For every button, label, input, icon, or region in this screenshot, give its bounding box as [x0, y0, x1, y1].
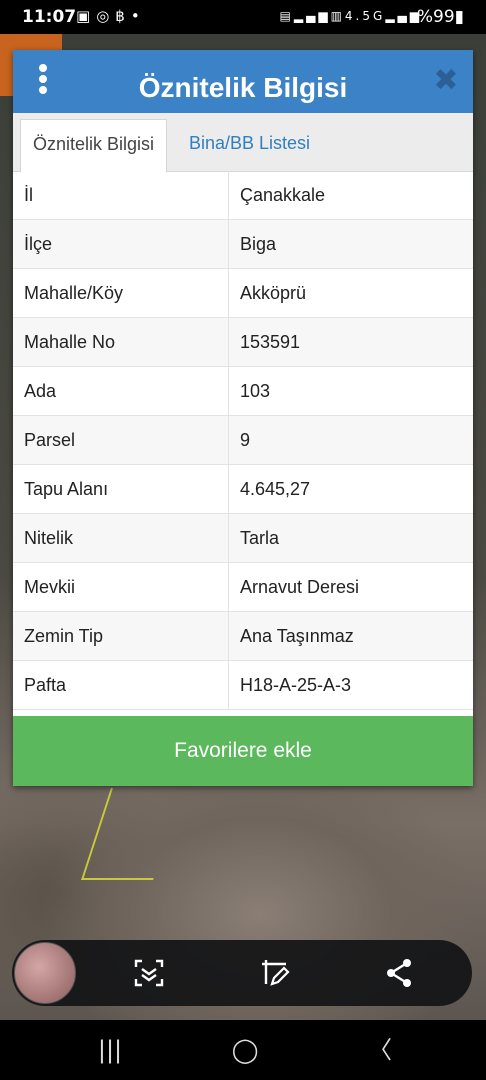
table-row: İlçe Biga — [13, 219, 473, 269]
navigation-bar: ||| ◯ 〈 — [0, 1020, 486, 1080]
close-icon[interactable]: ✖ — [431, 66, 461, 96]
row-label: Nitelik — [13, 513, 229, 563]
network-type-label: 4.5G — [344, 9, 386, 23]
volte-icon: ▥ — [330, 9, 345, 23]
recent-apps-icon[interactable]: ||| — [90, 1034, 130, 1066]
battery-indicator: %99▮ — [416, 7, 464, 27]
scan-icon[interactable] — [132, 956, 166, 990]
tab-attribute-info[interactable]: Öznitelik Bilgisi — [20, 119, 168, 173]
row-label: Mahalle/Köy — [13, 268, 229, 318]
add-favorite-button[interactable]: Favorilere ekle — [13, 716, 473, 786]
attribute-dialog: Öznitelik Bilgisi ✖ Öznitelik Bilgisi Bi… — [13, 50, 473, 786]
row-value: H18-A-25-A-3 — [228, 660, 473, 710]
battery-percent: %99 — [416, 7, 455, 27]
share-icon[interactable] — [382, 956, 416, 990]
row-value: 4.645,27 — [228, 464, 473, 514]
row-label: Zemin Tip — [13, 611, 229, 661]
row-value: Çanakkale — [228, 171, 473, 220]
status-bar: 11:07 ▣◎฿• ▤▂▄▆▥4.5G▂▄▆ %99▮ — [0, 0, 486, 34]
row-value: 9 — [228, 415, 473, 465]
row-label: Ada — [13, 366, 229, 416]
status-time: 11:07 — [22, 7, 77, 27]
row-label: Tapu Alanı — [13, 464, 229, 514]
parcel-thumbnail[interactable] — [14, 942, 76, 1004]
row-label: Parsel — [13, 415, 229, 465]
dialog-header: Öznitelik Bilgisi ✖ — [13, 50, 473, 113]
table-row: Pafta H18-A-25-A-3 — [13, 660, 473, 710]
tab-bar: Öznitelik Bilgisi Bina/BB Listesi — [13, 113, 473, 173]
table-row: Nitelik Tarla — [13, 513, 473, 563]
row-value: Akköprü — [228, 268, 473, 318]
row-label: Mevkii — [13, 562, 229, 612]
row-label: Mahalle No — [13, 317, 229, 367]
home-icon[interactable]: ◯ — [225, 1034, 265, 1066]
table-row: Zemin Tip Ana Taşınmaz — [13, 611, 473, 661]
row-value: Biga — [228, 219, 473, 269]
row-value: 153591 — [228, 317, 473, 367]
gallery-icon: ▣ — [76, 7, 97, 25]
row-value: Tarla — [228, 513, 473, 563]
back-icon[interactable]: 〈 — [360, 1034, 400, 1066]
table-row: Ada 103 — [13, 366, 473, 416]
table-row: Tapu Alanı 4.645,27 — [13, 464, 473, 514]
row-label: Pafta — [13, 660, 229, 710]
row-value: 103 — [228, 366, 473, 416]
notification-icons: ▣◎฿• — [76, 7, 146, 25]
row-value: Arnavut Deresi — [228, 562, 473, 612]
dialog-title: Öznitelik Bilgisi — [138, 72, 348, 103]
table-row: İl Çanakkale — [13, 171, 473, 220]
instagram-icon: ◎ — [96, 7, 116, 25]
bottom-toolbar — [12, 940, 472, 1006]
tab-building-list[interactable]: Bina/BB Listesi — [177, 119, 322, 171]
connectivity-icons: ▤▂▄▆▥4.5G▂▄▆ — [280, 9, 422, 23]
table-row: Parsel 9 — [13, 415, 473, 465]
attribute-table: İl Çanakkale İlçe Biga Mahalle/Köy Akköprü Mah… — [13, 171, 473, 710]
table-row: Mevkii Arnavut Deresi — [13, 562, 473, 612]
row-value: Ana Taşınmaz — [228, 611, 473, 661]
row-label: İlçe — [13, 219, 229, 269]
edit-icon[interactable] — [258, 956, 292, 990]
row-label: İl — [13, 171, 229, 220]
bitcoin-icon: ฿ — [115, 7, 131, 25]
dot-icon: • — [130, 7, 146, 25]
table-row: Mahalle No 153591 — [13, 317, 473, 367]
signal-icon: ▂▄▆ — [293, 9, 331, 23]
sim-icon: ▤ — [279, 9, 294, 23]
table-row: Mahalle/Köy Akköprü — [13, 268, 473, 318]
